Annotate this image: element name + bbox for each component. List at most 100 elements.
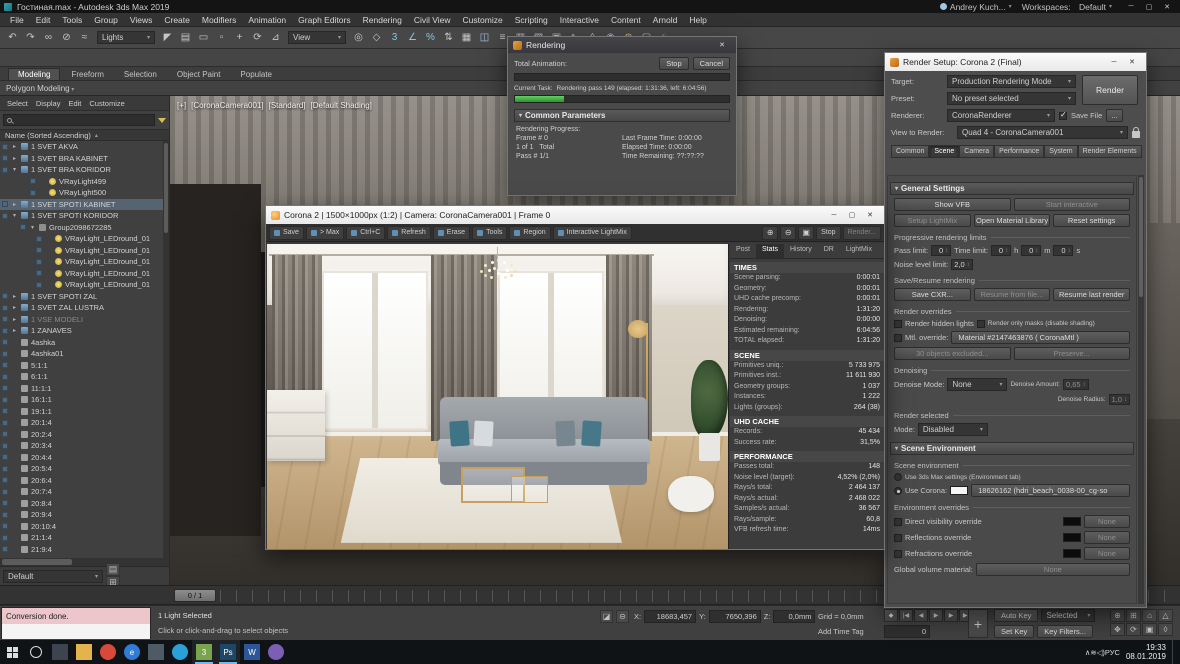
explorer-item[interactable]: 4ashka [0, 337, 163, 349]
orbit-icon[interactable]: ⟳ [1126, 623, 1141, 636]
close-button[interactable]: ✕ [1158, 1, 1176, 13]
row-display-icon[interactable] [2, 466, 8, 472]
named-selection-sets-icon[interactable]: ▦ [458, 29, 475, 46]
environment-color-swatch[interactable] [950, 486, 968, 495]
row-display-icon[interactable] [2, 316, 8, 322]
stop-render-button[interactable]: Stop [816, 226, 840, 240]
menu-item[interactable]: Group [88, 15, 124, 25]
window-crossing-icon[interactable]: ▫ [213, 29, 230, 46]
row-display-icon[interactable] [2, 305, 8, 311]
spinner-snap-icon[interactable]: ⇅ [440, 29, 457, 46]
viewport-style-menu[interactable]: [Standard] [269, 101, 306, 110]
expand-arrow-icon[interactable]: ▾ [29, 224, 36, 231]
row-display-icon[interactable] [2, 155, 8, 161]
explorer-folder-icon[interactable] [72, 640, 96, 664]
auto-key-button[interactable]: Auto Key [994, 609, 1038, 622]
render-button[interactable]: Render [1082, 75, 1138, 105]
row-display-icon[interactable] [2, 512, 8, 518]
save-button[interactable]: Save [269, 226, 304, 240]
explorer-item[interactable]: 20:6:4 [0, 475, 163, 487]
explorer-item[interactable]: VRayLight500 [0, 187, 163, 199]
viewport-lock-icon[interactable] [1132, 131, 1140, 138]
preserve-button[interactable]: Preserve... [1014, 347, 1131, 360]
expand-arrow-icon[interactable]: ▸ [11, 316, 18, 323]
target-dropdown[interactable]: Production Rendering Mode [947, 75, 1076, 88]
view-to-render-dropdown[interactable]: Quad 4 - CoronaCamera001 [957, 126, 1128, 139]
row-display-icon[interactable] [2, 362, 8, 368]
render-setup-tab[interactable]: System [1044, 145, 1077, 158]
maximize-viewport-toggle-icon[interactable]: ▣ [1142, 623, 1157, 636]
explorer-item[interactable]: 5:1:1 [0, 360, 163, 372]
direct-visibility-checkbox[interactable] [894, 518, 902, 526]
time-slider-handle[interactable]: 0 / 1 [174, 589, 216, 602]
zoom-in-icon[interactable]: ⊕ [762, 226, 778, 240]
go-to-start-icon[interactable]: |◀ [899, 609, 913, 622]
undo-icon[interactable]: ↶ [4, 29, 21, 46]
y-coordinate-field[interactable]: 7650,396 [709, 610, 761, 623]
filter-icon[interactable] [158, 118, 166, 123]
minimize-button[interactable]: ─ [825, 209, 843, 221]
row-display-icon[interactable] [2, 351, 8, 357]
denoise-radius-spinner[interactable]: 1,0 [1109, 394, 1130, 405]
viewport-shading-menu[interactable]: [Default Shading] [311, 101, 372, 110]
row-display-icon[interactable] [2, 213, 8, 219]
common-parameters-rollout[interactable]: Common Parameters [514, 109, 730, 122]
explorer-item[interactable]: 6:1:1 [0, 371, 163, 383]
time-minutes-spinner[interactable]: 0 [1021, 245, 1041, 256]
menu-item[interactable]: Tools [56, 15, 88, 25]
photoshop-taskbar-icon[interactable]: Ps [216, 640, 240, 664]
row-display-icon[interactable] [2, 477, 8, 483]
explorer-item[interactable]: 20:10:4 [0, 521, 163, 533]
render-setup-scrollbar[interactable] [1138, 175, 1144, 604]
maximize-button[interactable]: ▢ [1140, 1, 1158, 13]
explorer-item[interactable]: ▾ 1 SVET SPOTI KORIDOR [0, 210, 163, 222]
explorer-item[interactable]: ▾ 1 SVET BRA KORIDOR [0, 164, 163, 176]
mtl-override-button[interactable]: Material #2147463876 ( CoronaMtl ) [951, 331, 1130, 344]
reflections-swatch[interactable] [1063, 533, 1081, 542]
select-and-link-icon[interactable]: ∞ [40, 29, 57, 46]
set-keys-button[interactable]: + [968, 609, 988, 638]
denoise-amount-spinner[interactable]: 0,65 [1063, 379, 1089, 390]
row-display-icon[interactable] [2, 397, 8, 403]
walk-through-icon[interactable]: ◊ [1158, 623, 1173, 636]
explorer-item[interactable]: 20:3:4 [0, 440, 163, 452]
explorer-item[interactable]: ▸ 1 SVET SPOTI KABINET [0, 199, 163, 211]
resume-last-render-button[interactable]: Resume last render [1053, 288, 1130, 301]
select-and-move-icon[interactable]: + [231, 29, 248, 46]
row-display-icon[interactable] [20, 224, 26, 230]
unlink-selection-icon[interactable]: ⊘ [58, 29, 75, 46]
menu-item[interactable]: File [4, 15, 30, 25]
refractions-swatch[interactable] [1063, 549, 1081, 558]
only-masks-checkbox[interactable] [977, 320, 985, 328]
zoom-fit-icon[interactable]: ▣ [798, 226, 814, 240]
set-key-button[interactable]: Set Key [994, 625, 1034, 638]
row-display-icon[interactable] [2, 535, 8, 541]
selection-filter-dropdown[interactable]: Lights [97, 31, 155, 44]
explorer-search-input[interactable] [3, 114, 155, 126]
minimize-button[interactable]: ─ [1105, 56, 1123, 68]
key-filters-button[interactable]: Key Filters... [1037, 625, 1093, 638]
menu-item[interactable]: Animation [242, 15, 292, 25]
viewport-general-menu[interactable]: [+] [177, 101, 186, 110]
previous-frame-icon[interactable]: ◀ [914, 609, 928, 622]
row-display-icon[interactable] [2, 454, 8, 460]
explorer-item[interactable]: 20:8:4 [0, 498, 163, 510]
setup-lightmix-button[interactable]: Setup LightMix [894, 214, 971, 227]
row-display-icon[interactable] [2, 443, 8, 449]
row-display-icon[interactable] [2, 374, 8, 380]
start-button[interactable] [0, 640, 24, 664]
region-button[interactable]: Region [509, 226, 550, 240]
renderer-dropdown[interactable]: CoronaRenderer [947, 109, 1055, 122]
time-seconds-spinner[interactable]: 0 [1053, 245, 1073, 256]
explorer-menu-item[interactable]: Display [33, 99, 64, 108]
explorer-display-toggle-icon[interactable]: ▤ [106, 563, 120, 576]
redo-icon[interactable]: ↷ [22, 29, 39, 46]
excluded-objects-button[interactable]: 30 objects excluded... [894, 347, 1011, 360]
denoise-mode-dropdown[interactable]: None [947, 378, 1007, 391]
row-display-icon[interactable] [2, 523, 8, 529]
general-settings-rollout[interactable]: General Settings [890, 182, 1134, 195]
word-icon[interactable]: W [240, 640, 264, 664]
edge-icon[interactable]: e [120, 640, 144, 664]
menu-item[interactable]: Interactive [554, 15, 605, 25]
explorer-item[interactable]: ▸ 1 VSE MODELI [0, 314, 163, 326]
